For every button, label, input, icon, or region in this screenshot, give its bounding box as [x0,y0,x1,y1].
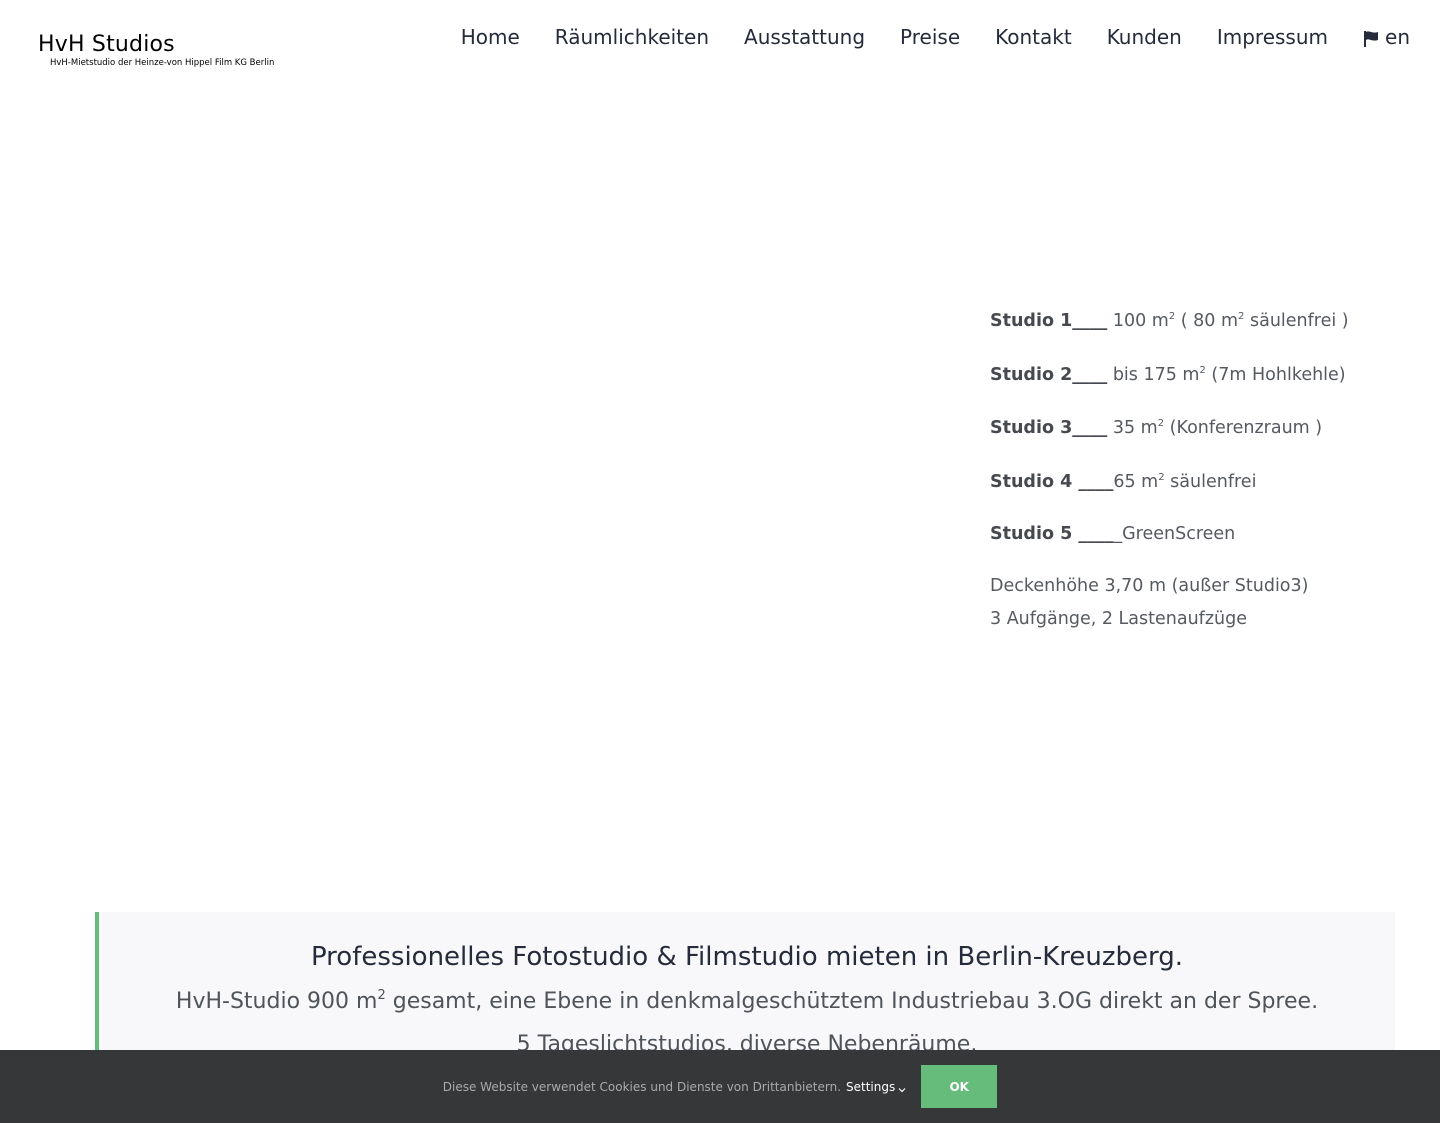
nav-item-impressum[interactable]: Impressum [1217,24,1328,50]
studio-size: 35 m [1107,418,1158,438]
page: HvH Studios HvH-Mietstudio der Heinze-vo… [0,0,1440,1123]
studio-list: Studio 1____ 100 m2 ( 80 m2 säulenfrei )… [990,308,1410,636]
studio-name: Studio 3____ [990,418,1108,438]
intro-title: Professionelles Fotostudio & Filmstudio … [310,942,1184,972]
nav-item-home[interactable]: Home [461,24,520,50]
nav-item-raeumlichkeiten[interactable]: Räumlichkeiten [555,24,709,50]
main-nav: Home Räumlichkeiten Ausstattung Preise K… [461,24,1410,50]
logo-title: HvH Studios [38,32,175,57]
studio-row: Studio 2____ bis 175 m2 (7m Hohlkehle) [990,362,1410,389]
language-label: en [1385,25,1410,49]
intro-line: HvH-Studio 900 m2 gesamt, eine Ebene in … [99,987,1395,1017]
cookie-consent-bar: Diese Website verwendet Cookies und Dien… [0,1050,1440,1123]
access-info: 3 Aufgänge, 2 Lastenaufzüge [990,609,1247,629]
studio-detail: _GreenScreen [1113,524,1236,544]
ceiling-height-info: Deckenhöhe 3,70 m (außer Studio3) [990,576,1309,596]
studio-size: 65 m [1113,472,1159,492]
studio-detail: säulenfrei ) [1244,311,1349,331]
intro-text: HvH-Studio 900 m [175,989,378,1014]
nav-item-kontakt[interactable]: Kontakt [995,24,1072,50]
cookie-message: Diese Website verwendet Cookies und Dien… [442,1079,842,1094]
studio-size: bis 175 m [1107,365,1200,385]
studio-detail: (Konferenzraum ) [1164,418,1323,438]
superscript: 2 [377,988,386,1003]
nav-item-kunden[interactable]: Kunden [1107,24,1182,50]
logo-subtitle: HvH-Mietstudio der Heinze-von Hippel Fil… [50,58,275,68]
studio-row: Studio 5 _____GreenScreen [990,521,1410,548]
studio-row: Studio 1____ 100 m2 ( 80 m2 säulenfrei ) [990,308,1410,335]
intro-text: gesamt, eine Ebene in denkmalgeschütztem… [385,989,1319,1014]
studio-name: Studio 4 ____ [990,472,1114,492]
studio-name: Studio 1____ [990,311,1108,331]
studio-name: Studio 5 ____ [990,524,1114,544]
studio-detail: säulenfrei [1164,472,1257,492]
studio-row: Studio 4 ____65 m2 säulenfrei [990,469,1410,496]
studio-detail: (7m Hohlkehle) [1205,365,1346,385]
cookie-settings-toggle[interactable]: Settings [846,1080,906,1094]
nav-item-ausstattung[interactable]: Ausstattung [744,24,865,50]
nav-item-preise[interactable]: Preise [900,24,960,50]
flag-icon [1363,28,1379,47]
site-logo[interactable]: HvH Studios HvH-Mietstudio der Heinze-vo… [38,32,275,69]
language-switcher[interactable]: en [1363,24,1410,50]
studio-size: 100 m [1107,311,1169,331]
site-header: HvH Studios HvH-Mietstudio der Heinze-vo… [0,0,1440,90]
chevron-down-icon [898,1083,906,1092]
cookie-settings-label: Settings [846,1079,896,1094]
studio-detail: ( 80 m [1175,311,1239,331]
cookie-ok-button[interactable]: OK [921,1065,998,1108]
studio-row: Studio 3____ 35 m2 (Konferenzraum ) [990,415,1410,442]
studio-name: Studio 2____ [990,365,1108,385]
